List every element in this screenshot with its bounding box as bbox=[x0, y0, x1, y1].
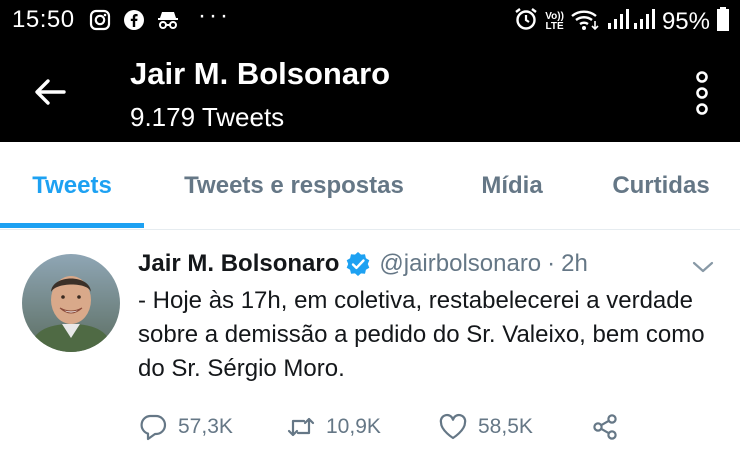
facebook-icon bbox=[122, 8, 146, 32]
battery-percent: 95% bbox=[661, 7, 710, 35]
more-notifications-indicator: ··· bbox=[198, 2, 231, 29]
more-vertical-icon bbox=[696, 71, 708, 115]
chevron-down-icon bbox=[692, 261, 714, 273]
status-time: 15:50 bbox=[12, 6, 75, 33]
volte-label: Vo)) bbox=[545, 10, 564, 22]
retweet-icon bbox=[287, 417, 315, 437]
retweet-count: 10,9K bbox=[326, 415, 381, 438]
overflow-menu-button[interactable] bbox=[690, 70, 714, 116]
reply-icon bbox=[140, 414, 167, 441]
meta-separator: · bbox=[547, 250, 556, 277]
tweet-options-button[interactable] bbox=[690, 254, 716, 280]
reply-button[interactable]: 57,3K bbox=[138, 412, 233, 442]
share-icon bbox=[593, 414, 617, 440]
tab-tweets[interactable]: Tweets bbox=[0, 142, 144, 230]
back-button[interactable] bbox=[30, 72, 70, 112]
wifi-icon bbox=[570, 7, 600, 36]
arrow-left-icon bbox=[35, 79, 66, 105]
alarm-icon bbox=[513, 6, 539, 37]
avatar[interactable] bbox=[22, 254, 120, 352]
system-icons: Vo)) LTE 95% bbox=[513, 6, 730, 37]
profile-tabs: Tweets Tweets e respostas Mídia Curtidas bbox=[0, 142, 740, 230]
status-bar: 15:50 ··· Vo)) LTE 95% bbox=[0, 0, 740, 44]
lte-label: LTE bbox=[545, 20, 564, 32]
share-button[interactable] bbox=[590, 412, 620, 442]
page-title: Jair M. Bolsonaro bbox=[130, 56, 391, 91]
tweet-text: - Hoje às 17h, em coletiva, restabelecer… bbox=[138, 287, 705, 382]
tweet-card[interactable]: Jair M. Bolsonaro @jairbolsonaro · 2h - … bbox=[0, 232, 740, 463]
author-name[interactable]: Jair M. Bolsonaro bbox=[138, 250, 339, 278]
volte-indicator: Vo)) LTE bbox=[545, 10, 564, 32]
notification-icons bbox=[88, 8, 180, 32]
author-handle[interactable]: @jairbolsonaro bbox=[379, 250, 541, 278]
incognito-icon bbox=[156, 8, 180, 32]
tab-likes[interactable]: Curtidas bbox=[594, 142, 728, 230]
retweet-button[interactable]: 10,9K bbox=[286, 412, 381, 442]
profile-header: Jair M. Bolsonaro 9.179 Tweets bbox=[0, 44, 740, 142]
battery-icon bbox=[716, 6, 730, 37]
signal-icon bbox=[606, 7, 656, 36]
tab-tweets-replies[interactable]: Tweets e respostas bbox=[160, 142, 428, 230]
tab-media[interactable]: Mídia bbox=[460, 142, 564, 230]
like-count: 58,5K bbox=[478, 415, 533, 438]
tweet-timestamp: 2h bbox=[561, 250, 588, 277]
heart-icon bbox=[439, 413, 467, 440]
reply-count: 57,3K bbox=[178, 415, 233, 438]
tweet-header: Jair M. Bolsonaro @jairbolsonaro · 2h bbox=[138, 250, 588, 278]
verified-badge-icon bbox=[347, 252, 370, 276]
tweet-actions: 57,3K 10,9K 58,5K bbox=[138, 412, 638, 448]
like-button[interactable]: 58,5K bbox=[438, 412, 533, 442]
instagram-icon bbox=[88, 8, 112, 32]
active-tab-indicator bbox=[0, 223, 144, 228]
tweet-count: 9.179 Tweets bbox=[130, 102, 285, 132]
